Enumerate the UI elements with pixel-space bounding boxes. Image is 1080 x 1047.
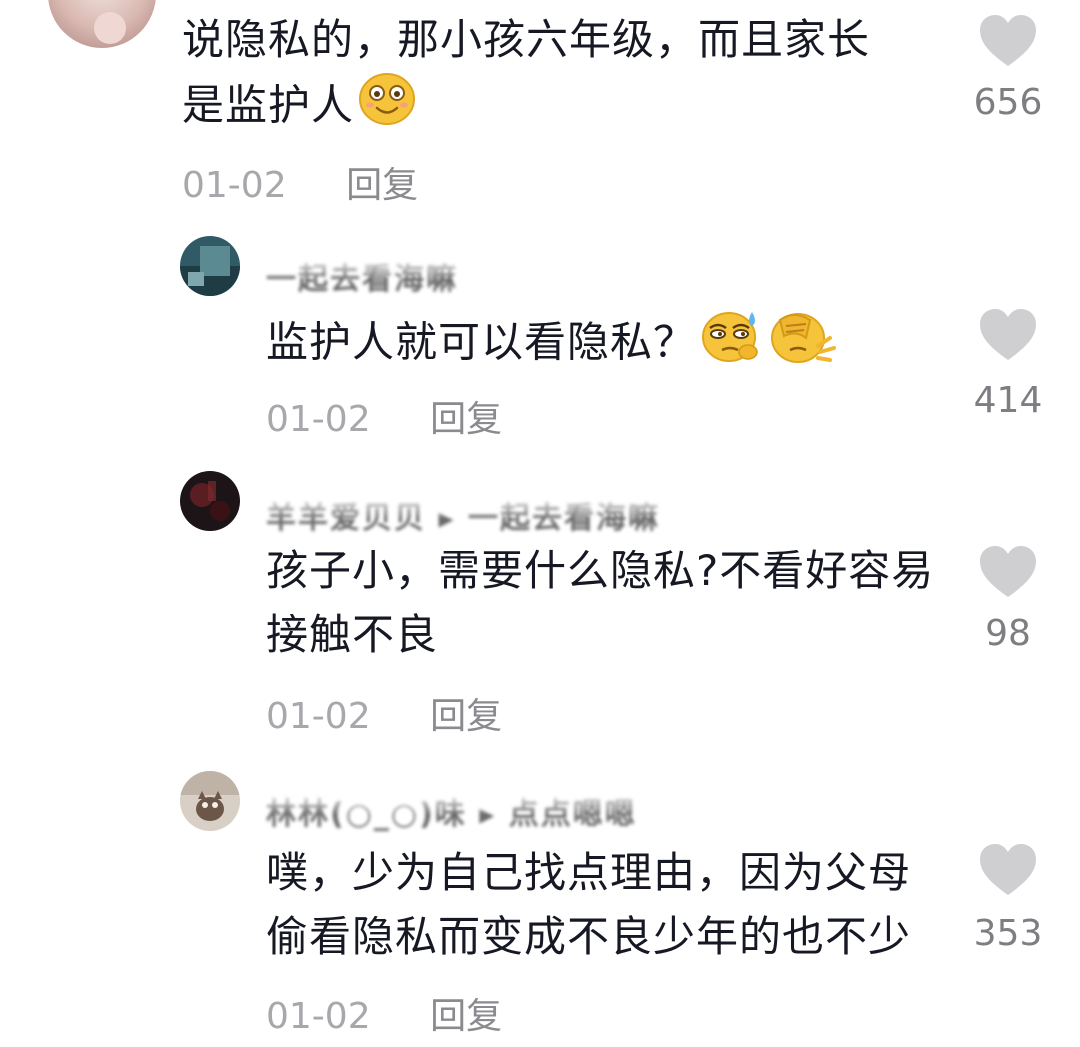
comment-line: 噗，少为自己找点理由，因为父母 (266, 848, 912, 897)
heart-icon[interactable] (978, 308, 1038, 362)
username-mask (260, 783, 730, 823)
comment-meta: 01-02 回复 (182, 156, 418, 208)
sweat-smirk-emoji (700, 308, 762, 382)
heart-icon[interactable] (978, 14, 1038, 68)
comment-line-with-emoji: 监护人就可以看隐私？ (266, 308, 837, 382)
comment-meta: 01-02 回复 (266, 390, 502, 442)
comment-date: 01-02 (266, 399, 371, 440)
comment-text: 说隐私的，那小孩六年级，而且家长 是监护人 (182, 8, 870, 144)
comment-date: 01-02 (266, 696, 371, 737)
reply-button[interactable]: 回复 (430, 390, 502, 442)
comment-line: 监护人就可以看隐私？ (266, 317, 697, 367)
comment-4: 林林(○_○)味 ▸ 点点嗯嗯 噗，少为自己找点理由，因为父母 偷看隐私而变成不… (0, 765, 1080, 1047)
comment-date: 01-02 (182, 165, 287, 206)
like-count: 656 (973, 82, 1043, 123)
comment-3: 羊羊爱贝贝 ▸ 一起去看海嘛 孩子小，需要什么隐私?不看好容易 接触不良 01-… (0, 465, 1080, 750)
comment-text: 监护人就可以看隐私？ (266, 308, 837, 382)
like-count: 98 (985, 613, 1031, 654)
comment-meta: 01-02 回复 (266, 687, 502, 739)
facepalm-emoji (766, 308, 837, 382)
reply-button[interactable]: 回复 (430, 987, 502, 1039)
comment-1: 说隐私的，那小孩六年级，而且家长 是监护人 01-02 回复 656 (0, 0, 1080, 210)
comment-line: 是监护人 (182, 80, 355, 130)
avatar[interactable] (180, 236, 240, 296)
avatar[interactable] (180, 771, 240, 831)
avatar[interactable] (48, 0, 156, 48)
comment-text: 孩子小，需要什么隐私?不看好容易 接触不良 (266, 539, 934, 667)
comment-line: 说隐私的，那小孩六年级，而且家长 (182, 15, 871, 64)
comment-line: 孩子小，需要什么隐私?不看好容易 (266, 546, 935, 595)
comment-date: 01-02 (266, 996, 371, 1037)
comment-2: 一起去看海嘛 监护人就可以看隐私？ (0, 230, 1080, 450)
comment-line: 接触不良 (266, 610, 439, 659)
heart-icon[interactable] (978, 545, 1038, 599)
comment-line-with-emoji: 是监护人 (182, 72, 870, 144)
like-count: 414 (973, 380, 1043, 421)
comment-line: 偷看隐私而变成不良少年的也不少 (266, 912, 912, 961)
username-mask (260, 248, 520, 288)
reply-button[interactable]: 回复 (346, 156, 418, 208)
reply-button[interactable]: 回复 (430, 687, 502, 739)
comment-text: 噗，少为自己找点理由，因为父母 偷看隐私而变成不良少年的也不少 (266, 841, 911, 969)
smiley-emoji (358, 72, 416, 144)
username-mask (260, 487, 720, 527)
comment-meta: 01-02 回复 (266, 987, 502, 1039)
like-count: 353 (973, 913, 1043, 954)
avatar[interactable] (180, 471, 240, 531)
heart-icon[interactable] (978, 843, 1038, 897)
